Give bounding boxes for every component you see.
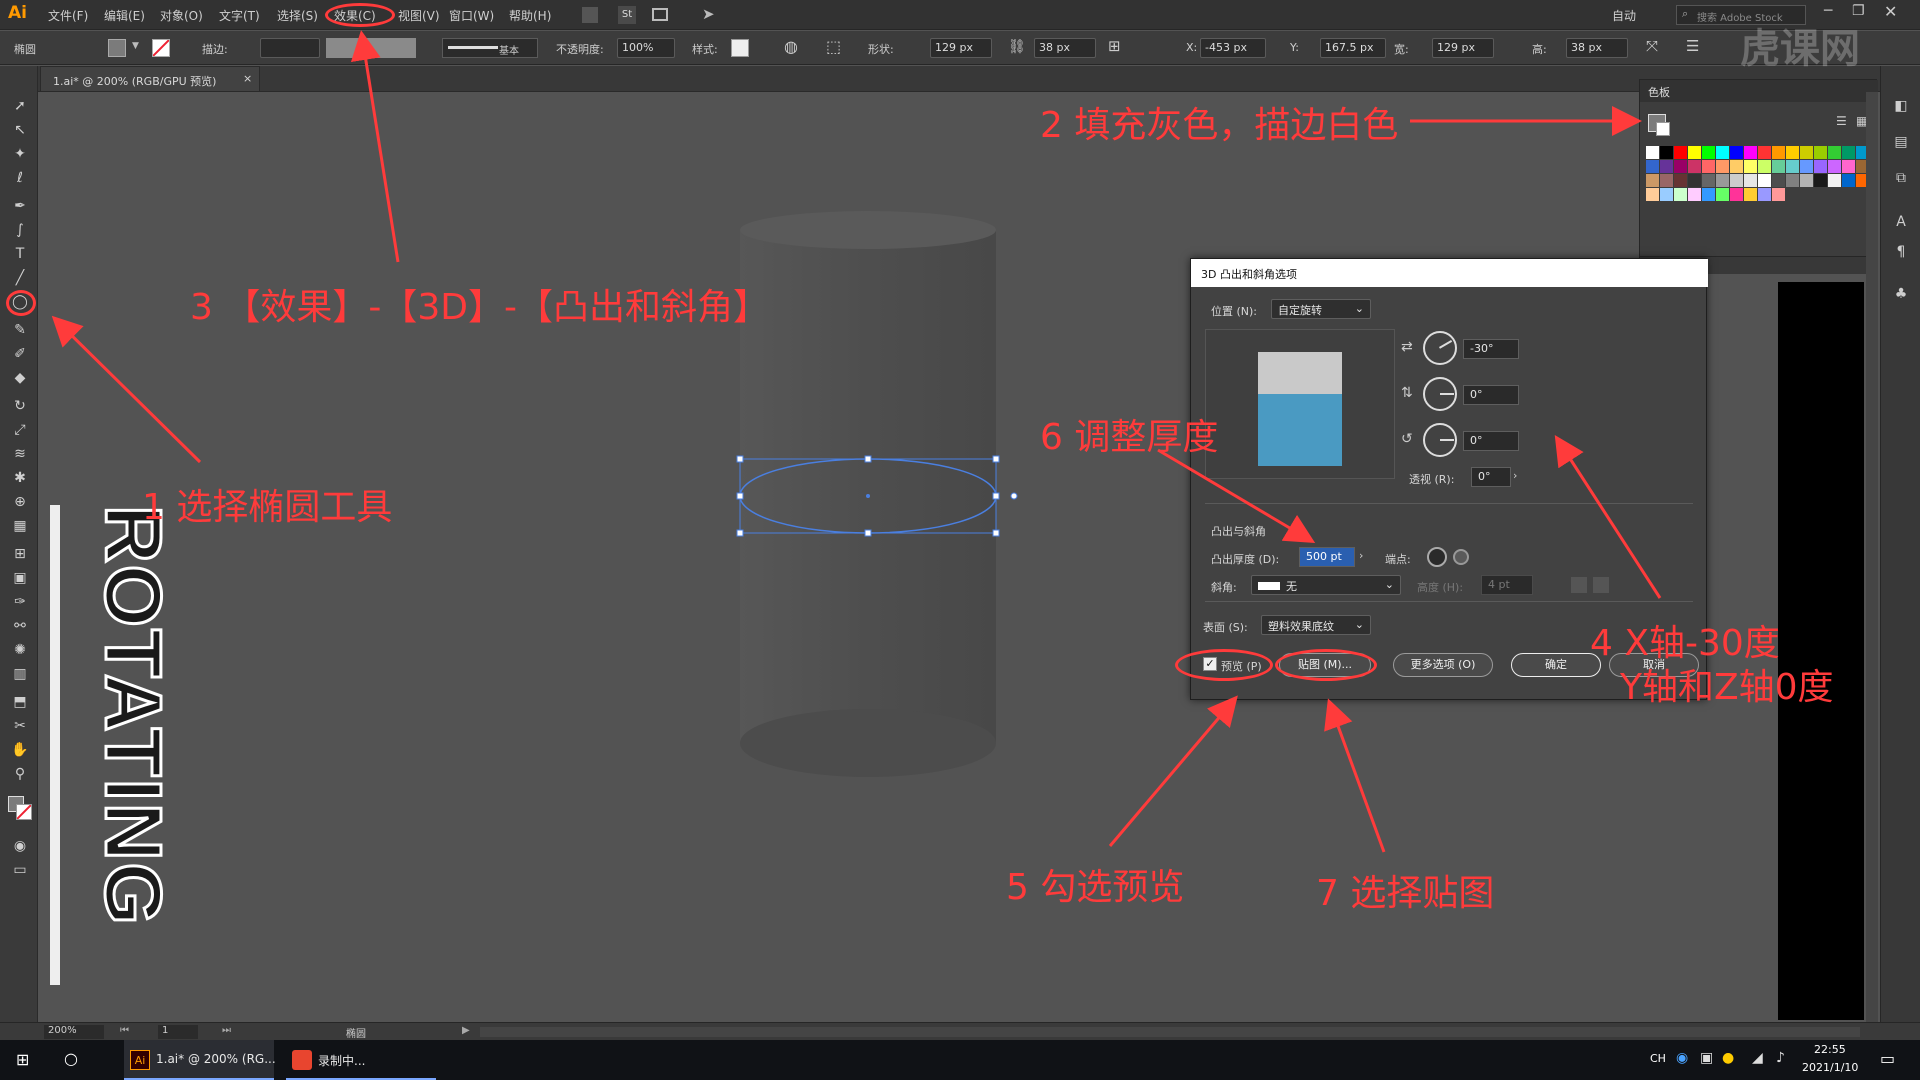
status-menu-icon[interactable]: ▶	[462, 1025, 470, 1036]
annotation-arrows	[51, 30, 1662, 853]
first-page-icon[interactable]: ⏮	[120, 1025, 129, 1036]
annotation-6: 6 调整厚度	[1040, 417, 1219, 458]
page-field[interactable]: 1	[158, 1025, 198, 1039]
arrow-6	[1157, 448, 1316, 544]
next-page-icon[interactable]: ⏭	[222, 1025, 231, 1036]
illustrator-app-icon: Ai	[130, 1050, 150, 1070]
volume-icon[interactable]: ♪	[1776, 1050, 1785, 1066]
illustrator-window: Ai 文件(F) 编辑(E) 对象(O) 文字(T) 选择(S) 效果(C) 视…	[0, 0, 1920, 1080]
annotation-5: 5 勾选预览	[1006, 867, 1185, 908]
tray-icon-1[interactable]: ◉	[1676, 1050, 1688, 1066]
tray-icon-2[interactable]: ▣	[1700, 1050, 1713, 1066]
arrow-4	[1554, 434, 1662, 599]
arrow-7	[1324, 698, 1386, 853]
annotation-4-line2: Y轴和Z轴0度	[1620, 667, 1834, 708]
arrow-5	[1108, 695, 1238, 847]
windows-start-icon[interactable]: ⊞	[16, 1050, 29, 1069]
zoom-field[interactable]: 200%	[44, 1025, 104, 1039]
clock-time[interactable]: 22:55	[1814, 1043, 1846, 1056]
annotation-1: 1 选择椭圆工具	[142, 487, 393, 528]
annotation-7: 7 选择贴图	[1316, 873, 1495, 914]
current-tool-label: 椭圆	[346, 1029, 366, 1040]
taskbar-recorder-label: 录制中...	[318, 1054, 366, 1068]
tray-icon-3[interactable]: ●	[1722, 1050, 1734, 1066]
watermark: 虎课网	[1740, 26, 1860, 72]
os-taskbar: ⊞ ○ 1.ai* @ 200% (RG... Ai 录制中... CH ◉ ▣…	[0, 1040, 1920, 1080]
annotation-3: 3 【效果】-【3D】-【凸出和斜角】	[190, 287, 769, 328]
taskbar-illustrator-label: 1.ai* @ 200% (RG...	[156, 1052, 276, 1066]
horizontal-scrollbar[interactable]	[480, 1027, 1860, 1037]
notification-icon[interactable]: ▭	[1880, 1049, 1895, 1068]
clock-date[interactable]: 2021/1/10	[1802, 1061, 1858, 1074]
ime-indicator[interactable]: CH	[1650, 1052, 1666, 1065]
cortana-icon[interactable]: ○	[64, 1049, 78, 1068]
network-icon[interactable]: ◢	[1752, 1050, 1763, 1066]
arrow-1	[51, 315, 202, 464]
recorder-app-icon	[292, 1050, 312, 1070]
annotation-2: 2 填充灰色，描边白色	[1040, 105, 1399, 146]
status-bar: 200% ⏮ 1 ⏭ 椭圆 ▶	[0, 1022, 1920, 1040]
arrow-3	[350, 30, 400, 263]
